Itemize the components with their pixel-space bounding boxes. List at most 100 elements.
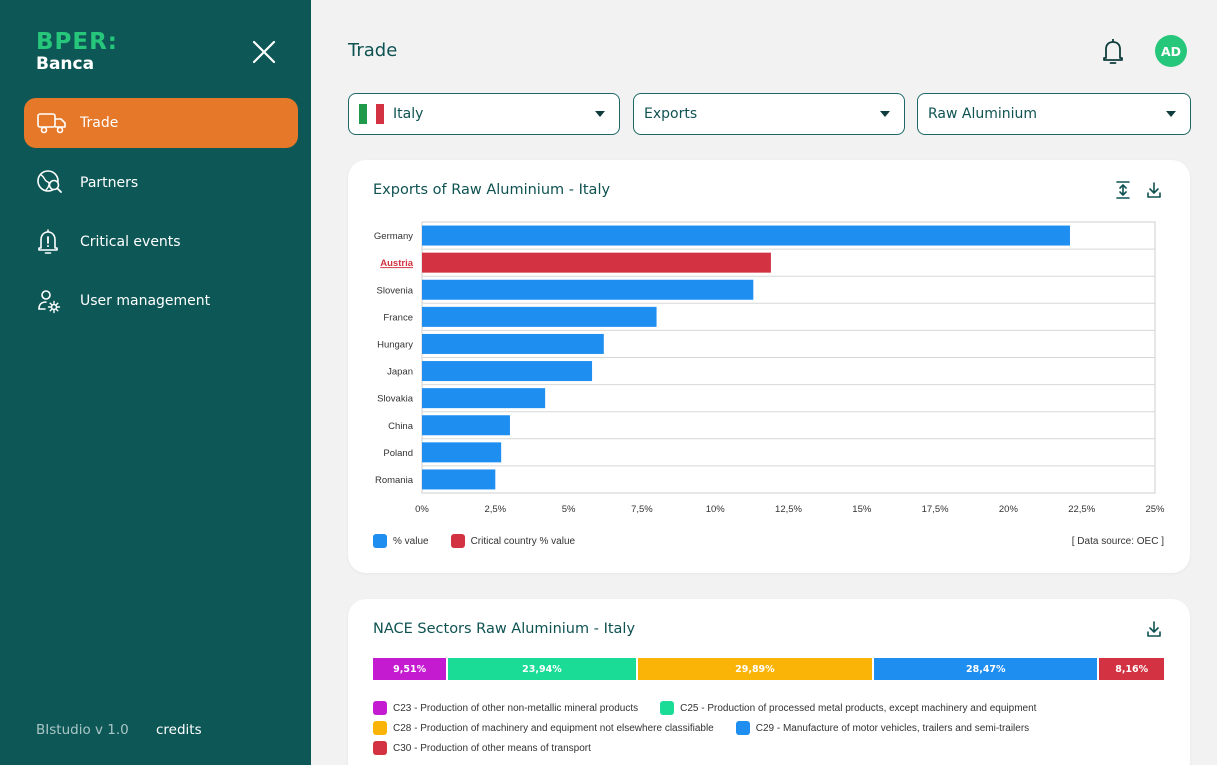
sidebar-item-critical-events[interactable]: Critical events — [24, 217, 298, 267]
sidebar-item-trade[interactable]: Trade — [24, 98, 298, 148]
brand-logo-line1: BPER: — [36, 29, 119, 55]
x-tick-label: 7,5% — [631, 504, 653, 515]
app-version: BIstudio v 1.0 — [36, 722, 129, 738]
card-title: NACE Sectors Raw Aluminium - Italy — [373, 621, 636, 637]
bar-germany[interactable] — [422, 225, 1070, 246]
sector-segment[interactable]: 9,51% — [373, 658, 449, 680]
expand-vertical-icon — [1116, 181, 1130, 199]
flow-select[interactable]: Exports — [633, 93, 905, 135]
page-title: Trade — [348, 40, 398, 61]
category-label: Japan — [387, 367, 413, 378]
sector-stacked-bar: 9,51% 23,94% 29,89% 28,47% 8,16% — [373, 658, 1164, 680]
brand-logo-line2: Banca — [36, 54, 95, 74]
x-tick-label: 2,5% — [484, 504, 506, 515]
truck-icon — [36, 108, 70, 138]
sidebar-item-partners[interactable]: Partners — [24, 158, 298, 208]
category-label[interactable]: Austria — [380, 258, 413, 269]
nace-sectors-card: NACE Sectors Raw Aluminium - Italy 9,51%… — [348, 599, 1190, 765]
legend-label-c30: C30 - Production of other means of trans… — [393, 742, 591, 754]
sidebar: BPER: Banca Trade Partners Critical even… — [0, 0, 311, 765]
download-icon — [1147, 182, 1161, 198]
bar-china[interactable] — [422, 415, 510, 436]
sector-segment[interactable]: 28,47% — [874, 658, 1100, 680]
sidebar-item-label: Trade — [80, 115, 119, 131]
sidebar-item-user-management[interactable]: User management — [24, 276, 298, 326]
x-tick-label: 15% — [852, 504, 872, 515]
sector-legend-row-3: C30 - Production of other means of trans… — [373, 741, 591, 755]
legend-swatch-critical — [450, 534, 465, 548]
card-title: Exports of Raw Aluminium - Italy — [373, 182, 611, 198]
sector-legend-row-2: C28 - Production of machinery and equipm… — [373, 721, 1029, 735]
bar-poland[interactable] — [422, 442, 502, 463]
flow-select-value: Exports — [644, 106, 698, 122]
bar-japan[interactable] — [422, 361, 593, 382]
category-label: Romania — [375, 475, 414, 486]
sector-segment[interactable]: 23,94% — [448, 658, 638, 680]
x-tick-label: 22,5% — [1068, 504, 1095, 515]
legend-swatch-value — [373, 534, 387, 548]
globe-search-icon — [36, 168, 70, 198]
avatar[interactable]: AD — [1155, 35, 1187, 67]
download-chart-button[interactable] — [1145, 180, 1163, 200]
product-select[interactable]: Raw Aluminium — [917, 93, 1191, 135]
chart-legend: % value Critical country % value — [373, 534, 575, 548]
category-label: France — [383, 312, 413, 323]
sector-segment[interactable]: 29,89% — [637, 658, 875, 680]
legend-label-c28: C28 - Production of machinery and equipm… — [393, 722, 714, 734]
chevron-down-icon — [880, 111, 890, 117]
country-select-value: Italy — [393, 106, 424, 122]
credits-link[interactable]: credits — [156, 722, 202, 738]
x-tick-label: 5% — [562, 504, 576, 515]
bar-slovenia[interactable] — [422, 279, 754, 300]
data-source-label: [ Data source: OEC ] — [1071, 536, 1164, 547]
download-sectors-button[interactable] — [1145, 619, 1163, 639]
chevron-down-icon — [1166, 111, 1176, 117]
legend-label-c23: C23 - Production of other non-metallic m… — [393, 702, 639, 714]
category-label: Hungary — [377, 339, 413, 350]
x-tick-label: 12,5% — [775, 504, 802, 515]
exports-chart-card: Exports of Raw Aluminium - Italy Germany… — [348, 160, 1190, 573]
legend-swatch-c29 — [735, 721, 750, 735]
sector-segment[interactable]: 8,16% — [1099, 658, 1164, 680]
bell-alert-icon — [36, 227, 70, 257]
close-icon — [252, 40, 276, 64]
exports-bar-chart: Germany Austria Slovenia France Hungary Japan… — [374, 221, 1165, 515]
bar-hungary[interactable] — [422, 333, 604, 354]
legend-swatch-c28 — [373, 721, 387, 735]
brand-logo: BPER: Banca — [36, 30, 118, 74]
legend-label-c25: C25 - Production of processed metal prod… — [680, 702, 1037, 714]
category-label: Slovenia — [377, 285, 414, 296]
legend-label-value: % value — [393, 535, 429, 547]
bell-icon — [1103, 39, 1123, 64]
product-select-value: Raw Aluminium — [928, 106, 1038, 122]
x-tick-label: 25% — [1145, 504, 1165, 515]
download-icon — [1147, 621, 1161, 637]
sidebar-item-label: User management — [80, 293, 211, 309]
notifications-button[interactable] — [1099, 36, 1127, 66]
close-sidebar-button[interactable] — [248, 36, 280, 68]
legend-swatch-c23 — [373, 701, 387, 715]
bar-france[interactable] — [422, 306, 657, 327]
category-label: Germany — [374, 231, 413, 242]
legend-swatch-c30 — [373, 741, 387, 755]
category-label: China — [388, 421, 414, 432]
x-tick-label: 20% — [999, 504, 1019, 515]
x-tick-label: 10% — [706, 504, 726, 515]
main-content: Trade AD Italy Exports Raw Aluminium Exp… — [311, 0, 1217, 765]
category-label: Slovakia — [377, 394, 414, 405]
sidebar-item-label: Critical events — [80, 234, 181, 250]
user-settings-icon — [36, 286, 70, 316]
x-tick-label: 0% — [415, 504, 429, 515]
sector-legend-row-1: C23 - Production of other non-metallic m… — [373, 701, 1036, 715]
bar-romania[interactable] — [422, 469, 496, 490]
bar-austria[interactable] — [422, 252, 771, 273]
x-tick-label: 17,5% — [922, 504, 949, 515]
country-select[interactable]: Italy — [348, 93, 620, 135]
expand-chart-button[interactable] — [1114, 180, 1132, 200]
category-label: Poland — [383, 448, 413, 459]
legend-label-critical: Critical country % value — [470, 535, 576, 547]
legend-label-c29: C29 - Manufacture of motor vehicles, tra… — [755, 722, 1030, 734]
sidebar-item-label: Partners — [80, 175, 139, 191]
italy-flag-icon — [359, 104, 384, 124]
bar-slovakia[interactable] — [422, 388, 546, 409]
